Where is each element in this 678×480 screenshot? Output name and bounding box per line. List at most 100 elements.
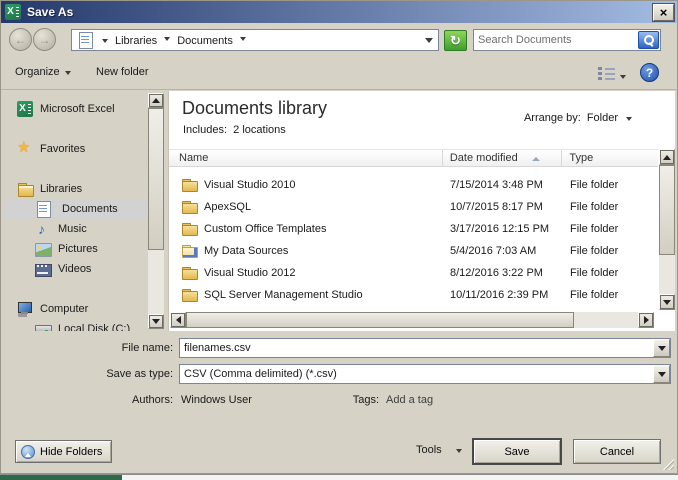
resize-grip-icon[interactable] xyxy=(661,457,674,470)
collapse-up-icon xyxy=(21,445,35,459)
file-name-cell: Visual Studio 2012 xyxy=(169,265,444,281)
breadcrumb[interactable]: Libraries Documents xyxy=(71,29,439,51)
tools-dropdown[interactable]: Tools xyxy=(416,444,467,456)
file-row[interactable]: Custom Office Templates 3/17/2016 12:15 … xyxy=(169,218,658,240)
save-as-type-row: Save as type: CSV (Comma delimited) (*.c… xyxy=(1,364,677,386)
scrollbar-thumb[interactable] xyxy=(659,165,675,255)
sidebar-item-label: Documents xyxy=(62,203,118,215)
file-row[interactable]: Visual Studio 2012 8/12/2016 3:22 PM Fil… xyxy=(169,262,658,284)
address-bar: ← → Libraries Documents ↻ xyxy=(1,23,677,57)
file-row[interactable]: My Data Sources 5/4/2016 7:03 AM File fo… xyxy=(169,240,658,262)
refresh-button[interactable]: ↻ xyxy=(444,30,467,51)
folder-icon xyxy=(181,199,197,215)
hide-folders-label: Hide Folders xyxy=(40,446,102,458)
view-dropdown-icon[interactable] xyxy=(620,75,626,82)
arrange-by-label: Arrange by: xyxy=(524,112,581,124)
file-name-cell: My Data Sources xyxy=(169,243,444,259)
scroll-left-button[interactable] xyxy=(170,312,186,328)
file-name-cell: SQL Server Management Studio xyxy=(169,287,444,303)
file-row[interactable]: SQL Server Management Studio 10/11/2016 … xyxy=(169,284,658,306)
save-as-type-dropdown-button[interactable] xyxy=(653,365,670,383)
scrollbar-thumb[interactable] xyxy=(186,312,574,328)
save-as-dialog: Save As × ← → Libraries Documents ↻ xyxy=(0,0,678,474)
sidebar-item-pictures[interactable]: Pictures xyxy=(3,239,147,259)
file-name-combobox[interactable]: filenames.csv xyxy=(179,338,671,358)
search-button[interactable] xyxy=(638,31,659,49)
type-cell: File folder xyxy=(564,201,658,213)
help-button[interactable]: ? xyxy=(640,63,659,82)
address-history-dropdown-icon[interactable] xyxy=(425,38,433,47)
file-name-dropdown-button[interactable] xyxy=(653,339,670,357)
file-name-cell: Visual Studio 2010 xyxy=(169,177,444,193)
authors-value[interactable]: Windows User xyxy=(181,394,252,406)
music-icon xyxy=(35,221,51,237)
file-name-label: File name: xyxy=(1,342,173,354)
library-title: Documents library xyxy=(182,98,327,119)
sidebar-item-music[interactable]: Music xyxy=(3,219,147,239)
scroll-down-button[interactable] xyxy=(659,294,675,310)
scroll-right-button[interactable] xyxy=(638,312,654,328)
file-list-pane: Documents library Includes: 2 locations … xyxy=(168,91,675,331)
includes-value[interactable]: 2 locations xyxy=(233,124,286,136)
file-list-vertical-scrollbar[interactable] xyxy=(659,149,675,310)
sidebar-scrollbar[interactable] xyxy=(148,93,164,329)
sidebar-item-documents[interactable]: Documents xyxy=(3,199,147,219)
file-name-value[interactable]: filenames.csv xyxy=(184,342,251,354)
up-arrow-icon xyxy=(152,94,160,103)
search-box xyxy=(473,29,661,51)
arrange-by-value: Folder xyxy=(587,112,618,124)
scroll-up-button[interactable] xyxy=(659,149,675,165)
sidebar-item-videos[interactable]: Videos xyxy=(3,259,147,279)
breadcrumb-item-documents[interactable]: Documents xyxy=(177,35,233,47)
column-header-date-modified[interactable]: Date modified xyxy=(443,150,563,166)
sidebar-item-favorites[interactable]: Favorites xyxy=(3,139,147,159)
back-button[interactable]: ← xyxy=(9,28,32,51)
file-list-horizontal-scrollbar[interactable] xyxy=(170,312,654,328)
forward-arrow-icon: → xyxy=(39,33,51,47)
scroll-up-button[interactable] xyxy=(148,93,164,108)
cancel-button[interactable]: Cancel xyxy=(573,439,661,464)
scroll-down-button[interactable] xyxy=(148,314,164,329)
documents-icon xyxy=(37,201,53,217)
hide-folders-button[interactable]: Hide Folders xyxy=(15,440,112,463)
sort-ascending-icon xyxy=(532,153,540,161)
close-button[interactable]: × xyxy=(653,4,674,21)
refresh-icon: ↻ xyxy=(450,34,461,47)
scrollbar-thumb[interactable] xyxy=(148,108,164,250)
breadcrumb-separator-icon[interactable] xyxy=(164,37,170,44)
organize-button[interactable]: Organize xyxy=(15,66,76,78)
breadcrumb-items: Libraries Documents xyxy=(113,33,251,47)
search-input[interactable] xyxy=(474,34,638,46)
new-folder-button[interactable]: New folder xyxy=(96,66,149,78)
folder-icon xyxy=(181,177,197,193)
save-button[interactable]: Save xyxy=(473,439,561,464)
location-dropdown-icon[interactable] xyxy=(102,39,108,46)
sidebar-item-label: Local Disk (C:) xyxy=(58,323,130,331)
sidebar-item-microsoft-excel[interactable]: Microsoft Excel xyxy=(3,99,147,119)
sidebar-item-local-disk-c-[interactable]: Local Disk (C:) xyxy=(3,319,147,331)
sidebar-item-libraries[interactable]: Libraries xyxy=(3,179,147,199)
sidebar-item-computer[interactable]: Computer xyxy=(3,299,147,319)
save-as-type-value[interactable]: CSV (Comma delimited) (*.csv) xyxy=(184,368,337,380)
breadcrumb-separator-icon[interactable] xyxy=(240,37,246,44)
save-as-type-combobox[interactable]: CSV (Comma delimited) (*.csv) xyxy=(179,364,671,384)
file-row[interactable]: ApexSQL 10/7/2015 8:17 PM File folder xyxy=(169,196,658,218)
column-header-name[interactable]: Name xyxy=(169,150,443,166)
tags-value[interactable]: Add a tag xyxy=(386,394,433,406)
sidebar-item-label: Videos xyxy=(58,263,91,275)
type-cell: File folder xyxy=(564,245,658,257)
change-view-icon[interactable] xyxy=(598,66,615,80)
authors-label: Authors: xyxy=(1,394,173,406)
title-bar: Save As × xyxy=(1,1,677,23)
sidebar-item-label: Music xyxy=(58,223,87,235)
breadcrumb-item-libraries[interactable]: Libraries xyxy=(115,35,157,47)
sidebar-item-label: Computer xyxy=(40,303,88,315)
column-header-type[interactable]: Type xyxy=(562,150,658,166)
forward-button[interactable]: → xyxy=(33,28,56,51)
type-cell: File folder xyxy=(564,223,658,235)
excel-app-icon xyxy=(5,4,21,20)
arrange-by-control[interactable]: Arrange by: Folder xyxy=(524,112,637,124)
folder-icon xyxy=(181,221,197,237)
file-name-text: SQL Server Management Studio xyxy=(204,289,363,301)
file-row[interactable]: Visual Studio 2010 7/15/2014 3:48 PM Fil… xyxy=(169,174,658,196)
